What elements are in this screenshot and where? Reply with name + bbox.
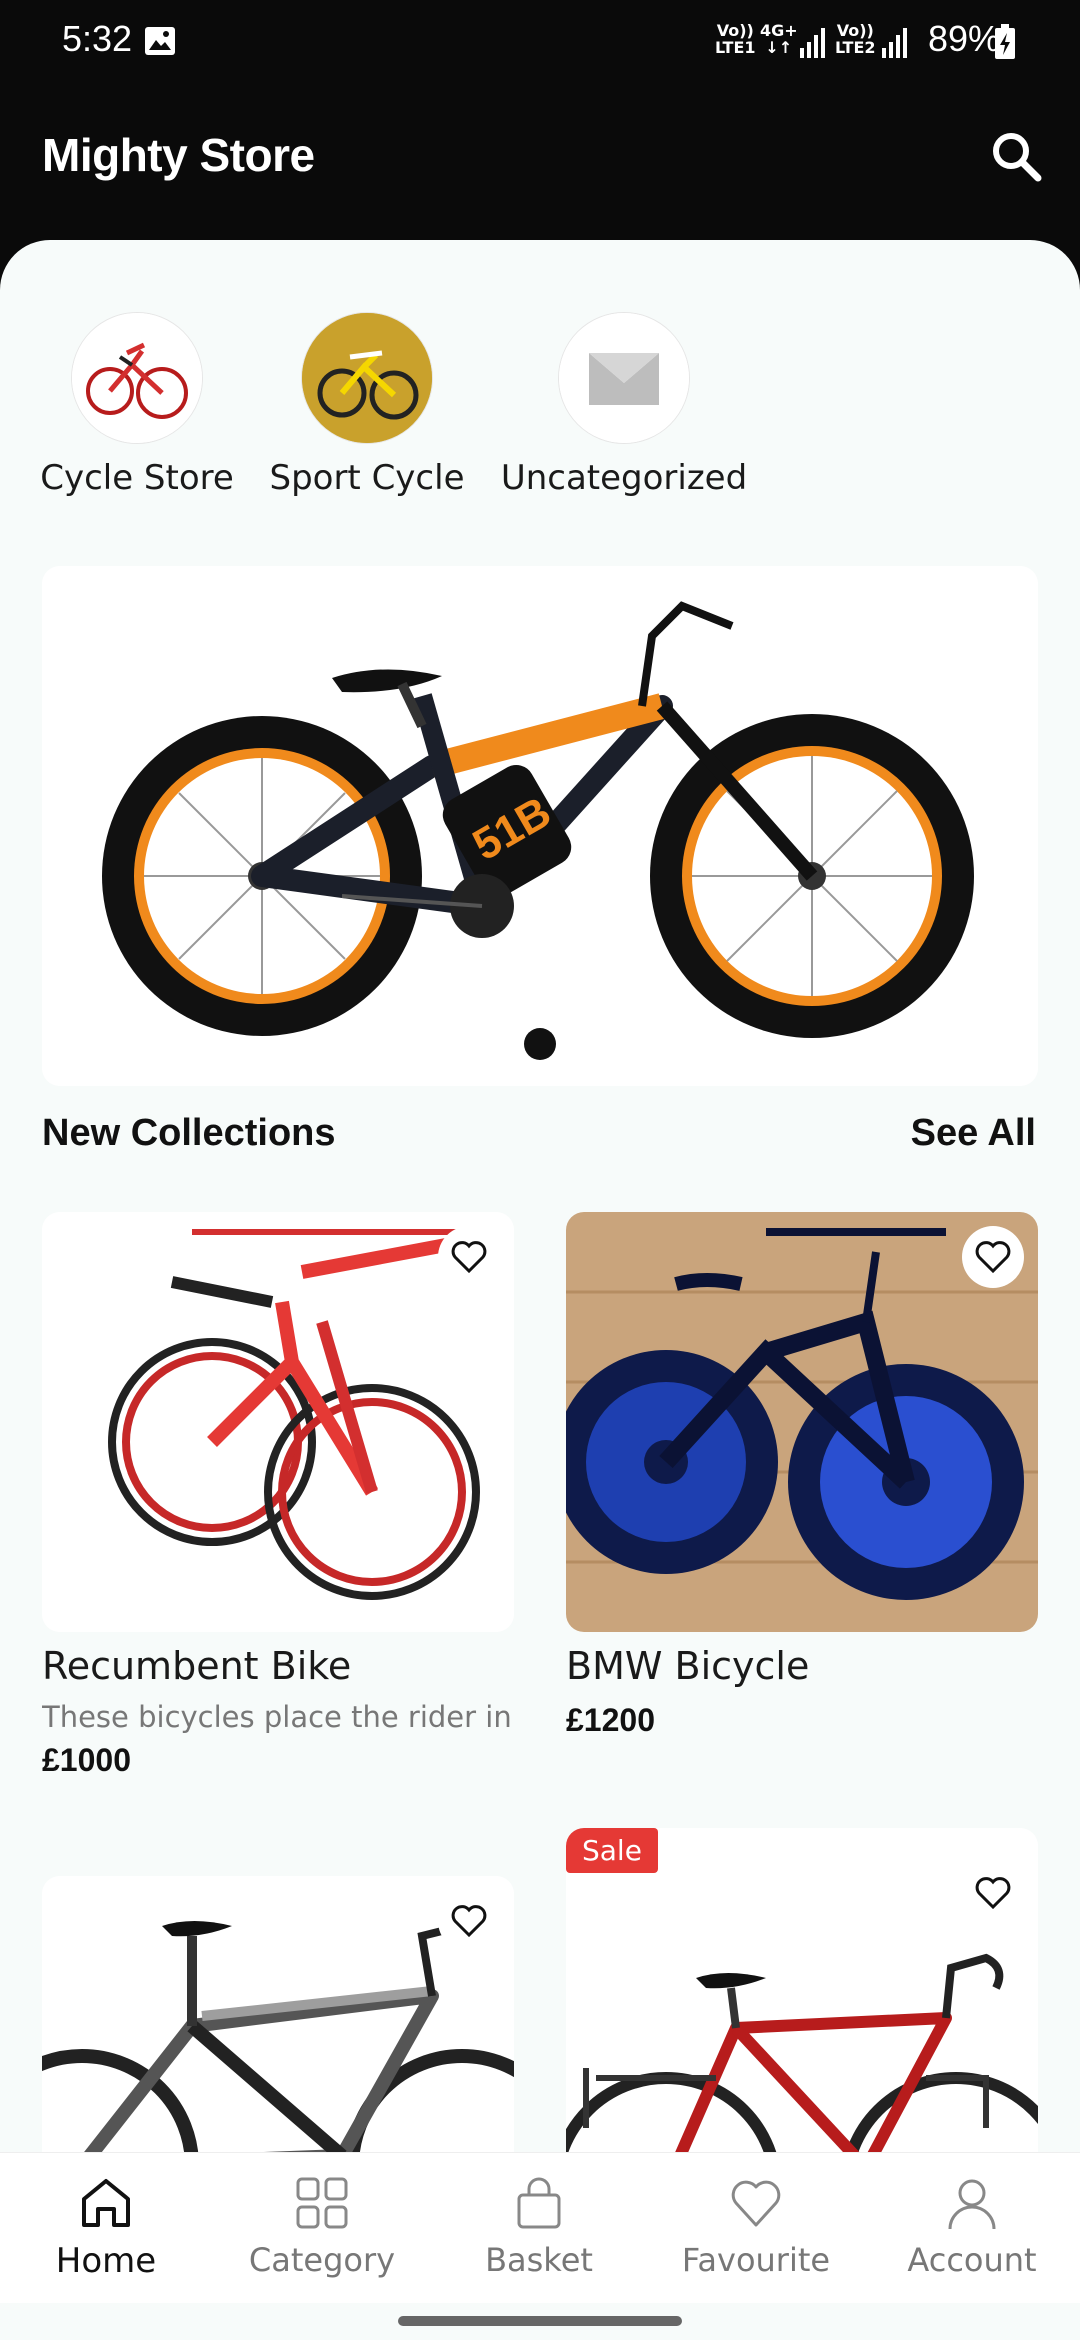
product-name: Recumbent Bike xyxy=(42,1644,352,1688)
bottom-navigation: Home Category Basket Favourite Account xyxy=(0,2152,1080,2303)
nav-account[interactable]: Account xyxy=(872,2175,1072,2279)
product-price: £1200 xyxy=(566,1702,655,1738)
home-indicator[interactable] xyxy=(398,2316,682,2326)
see-all-link[interactable]: See All xyxy=(911,1112,1036,1155)
battery-percent: 89% xyxy=(928,18,1001,59)
heart-icon xyxy=(731,2180,781,2227)
slider-indicator-active[interactable] xyxy=(524,1028,556,1060)
nav-label: Home xyxy=(55,2241,157,2281)
category-list: Cycle Store Sport Cycle Uncategorized xyxy=(0,312,1080,512)
category-image xyxy=(558,312,690,444)
grid-icon xyxy=(296,2177,348,2229)
banner-slider[interactable]: 51B xyxy=(42,566,1038,1086)
home-icon xyxy=(82,2179,130,2227)
nav-label: Account xyxy=(907,2241,1037,2279)
nav-label: Category xyxy=(248,2241,396,2279)
product-card[interactable]: BMW Bicycle £1200 xyxy=(566,1212,1038,1739)
product-description: These bicycles place the rider in xyxy=(42,1700,512,1734)
status-time: 5:32 xyxy=(62,18,133,59)
favourite-button[interactable] xyxy=(438,1226,500,1288)
category-image xyxy=(71,312,203,444)
nav-category[interactable]: Category xyxy=(222,2175,422,2279)
user-icon xyxy=(948,2179,996,2230)
bag-icon xyxy=(517,2177,561,2229)
sale-badge: Sale xyxy=(566,1828,658,1873)
heart-icon xyxy=(451,1905,487,1937)
product-image xyxy=(566,1212,1038,1632)
heart-icon xyxy=(975,1877,1011,1909)
product-name: BMW Bicycle xyxy=(566,1644,810,1688)
app-title: Mighty Store xyxy=(42,129,315,181)
favourite-button[interactable] xyxy=(962,1862,1024,1924)
category-label: Cycle Store xyxy=(40,458,234,498)
nav-label: Basket xyxy=(485,2241,593,2279)
nav-favourite[interactable]: Favourite xyxy=(656,2175,856,2279)
lte2-indicator: Vo)) LTE2 xyxy=(835,21,876,57)
banner-image: 51B xyxy=(42,566,1038,1086)
product-price: £1000 xyxy=(42,1742,131,1778)
lte1-indicator: Vo)) LTE1 xyxy=(715,21,756,57)
category-image xyxy=(301,312,433,444)
category-label: Sport Cycle xyxy=(269,458,465,498)
status-bar: 5:32 Vo)) LTE1 4G+ ↓↑ Vo)) LTE2 89% xyxy=(0,0,1080,84)
nav-label: Favourite xyxy=(681,2241,831,2279)
heart-icon xyxy=(451,1241,487,1273)
content-sheet: Cycle Store Sport Cycle Uncategorized 51… xyxy=(0,240,1080,2340)
product-card[interactable]: Recumbent Bike These bicycles place the … xyxy=(42,1212,514,1779)
section-title: New Collections xyxy=(42,1112,336,1154)
category-sport-cycle[interactable]: Sport Cycle xyxy=(262,312,472,498)
signal-icon xyxy=(882,28,907,58)
4g-indicator: 4G+ ↓↑ xyxy=(760,21,798,57)
category-cycle-store[interactable]: Cycle Store xyxy=(32,312,242,498)
favourite-button[interactable] xyxy=(438,1890,500,1952)
search-icon xyxy=(993,133,1042,182)
category-uncategorized[interactable]: Uncategorized xyxy=(494,312,754,498)
signal-icon xyxy=(800,28,825,58)
nav-basket[interactable]: Basket xyxy=(439,2175,639,2279)
image-notification-icon xyxy=(145,27,175,55)
search-button[interactable] xyxy=(988,128,1044,184)
nav-home[interactable]: Home xyxy=(6,2175,206,2281)
category-label: Uncategorized xyxy=(500,458,748,498)
favourite-button[interactable] xyxy=(962,1226,1024,1288)
heart-icon xyxy=(975,1241,1011,1273)
battery-charging-icon xyxy=(995,24,1015,59)
product-image xyxy=(42,1212,514,1632)
